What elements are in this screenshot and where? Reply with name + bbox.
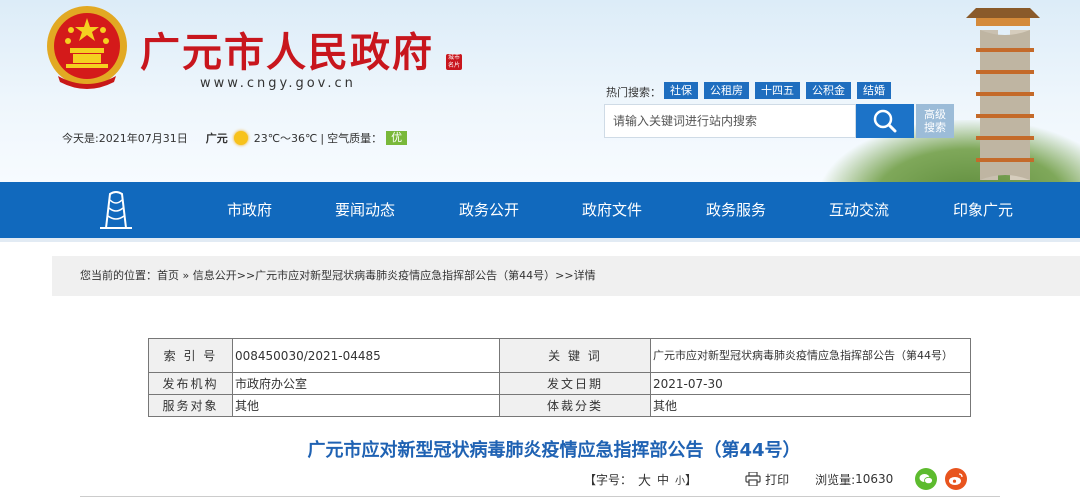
- breadcrumb: 您当前的位置：首页 » 信息公开>>广元市应对新型冠状病毒肺炎疫情应急指挥部公告…: [52, 256, 1080, 296]
- keywords-value: 广元市应对新型冠状病毒肺炎疫情应急指挥部公告（第44号）: [650, 338, 971, 373]
- issue-date-label: 发文日期: [499, 372, 651, 395]
- search-button[interactable]: [856, 104, 914, 138]
- site-title: 广元市人民政府: [140, 29, 434, 76]
- nav-item-hudong[interactable]: 互动交流: [829, 182, 889, 238]
- sun-icon: [233, 131, 248, 145]
- article-tools: 【字号： 大 中 小 】 打印 浏览量: 10630: [584, 468, 968, 490]
- city-logo-icon: [100, 191, 132, 229]
- date-weather-bar: 今天是:2021年07月31日 广元 23℃～36℃ | 空气质量： 优: [62, 130, 408, 146]
- hot-tag-gongzufang[interactable]: 公租房: [704, 82, 749, 99]
- nav-item-yaowen[interactable]: 要闻动态: [335, 182, 395, 238]
- nav-item-zhengwufuwu[interactable]: 政务服务: [706, 182, 766, 238]
- wechat-glyph-icon: [919, 474, 934, 485]
- weather-city: 广元: [205, 132, 228, 145]
- main-nav: 市政府 要闻动态 政务公开 政府文件 政务服务 互动交流 印象广元: [0, 182, 1080, 238]
- font-size-close: 】: [685, 472, 698, 487]
- hot-search-tags: 社保 公租房 十四五 公积金 结婚: [664, 82, 891, 99]
- table-row: 服务对象 其他 体裁分类 其他: [148, 394, 971, 417]
- views-label: 浏览量:: [815, 472, 856, 487]
- pagoda-tower-icon: [966, 8, 1040, 180]
- audience-label: 服务对象: [148, 394, 233, 417]
- search-icon: [873, 109, 897, 133]
- site-url: www.cngy.gov.cn: [200, 76, 356, 91]
- wechat-icon[interactable]: [915, 468, 938, 490]
- index-number-label: 索 引 号: [148, 338, 233, 373]
- hot-tag-gongjijin[interactable]: 公积金: [806, 82, 851, 99]
- publisher-label: 发布机构: [148, 372, 233, 395]
- font-size-medium[interactable]: 中: [657, 471, 669, 488]
- site-header: 广元市人民政府 城市名片 www.cngy.gov.cn 今天是:2021年07…: [0, 0, 1080, 182]
- weather-separator: |: [320, 131, 325, 145]
- issue-date-value: 2021-07-30: [650, 372, 971, 395]
- audience-value: 其他: [232, 394, 500, 417]
- city-card-seal: 城市名片: [446, 54, 462, 70]
- content-divider: [80, 496, 1000, 497]
- hot-tag-shebao[interactable]: 社保: [664, 82, 698, 99]
- genre-value: 其他: [650, 394, 971, 417]
- publisher-value: 市政府办公室: [232, 372, 500, 395]
- document-title: 广元市应对新型冠状病毒肺炎疫情应急指挥部公告（第44号）: [307, 440, 801, 461]
- air-quality-badge: 优: [386, 131, 408, 145]
- current-date: 今天是:2021年07月31日: [62, 132, 188, 145]
- nav-item-shizhengfu[interactable]: 市政府: [227, 182, 272, 238]
- hot-tag-jiehun[interactable]: 结婚: [857, 82, 891, 99]
- print-button[interactable]: 打印: [765, 471, 789, 488]
- national-emblem-icon: [47, 6, 127, 89]
- table-row: 发布机构 市政府办公室 发文日期 2021-07-30: [148, 372, 971, 395]
- font-size-large[interactable]: 大: [638, 470, 651, 489]
- index-number-value: 008450030/2021-04485: [232, 338, 500, 373]
- font-size-label: 【字号：: [584, 472, 633, 487]
- nav-item-yinxiang[interactable]: 印象广元: [953, 182, 1013, 238]
- search-input[interactable]: [605, 105, 845, 137]
- font-size-small[interactable]: 小: [675, 472, 685, 487]
- nav-item-zhengwugongkai[interactable]: 政务公开: [459, 182, 519, 238]
- hot-search-label: 热门搜索：: [606, 86, 661, 99]
- print-icon[interactable]: [745, 472, 761, 486]
- hot-tag-shisiwu[interactable]: 十四五: [755, 82, 800, 99]
- nav-stripe: [0, 238, 1080, 242]
- genre-label: 体裁分类: [499, 394, 651, 417]
- views-count: 10630: [855, 472, 894, 486]
- search-box: [604, 104, 856, 138]
- weibo-icon[interactable]: [945, 468, 968, 490]
- document-info-table: 索 引 号 008450030/2021-04485 关 键 词 广元市应对新型…: [148, 338, 971, 417]
- weibo-glyph-icon: [949, 473, 963, 485]
- keywords-label: 关 键 词: [499, 338, 651, 373]
- temperature: 23℃～36℃: [253, 132, 318, 145]
- air-quality-label: 空气质量：: [327, 132, 383, 145]
- table-row: 索 引 号 008450030/2021-04485 关 键 词 广元市应对新型…: [148, 338, 971, 373]
- nav-item-zhengfuwenjian[interactable]: 政府文件: [582, 182, 642, 238]
